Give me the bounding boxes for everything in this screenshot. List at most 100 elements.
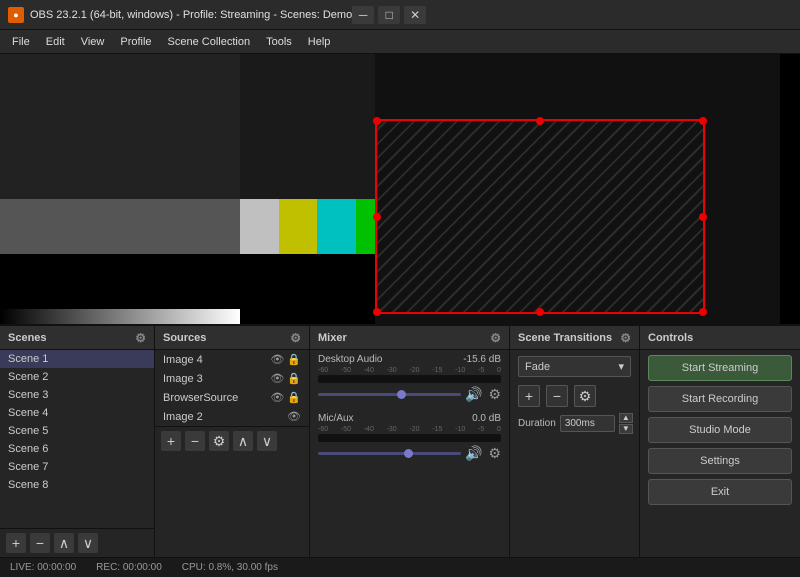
app-icon: ●	[8, 7, 24, 23]
studio-mode-button[interactable]: Studio Mode	[648, 417, 792, 443]
transition-settings-button[interactable]: ⚙	[574, 385, 596, 407]
scene-item-1[interactable]: Scene 1	[0, 350, 154, 368]
menu-tools[interactable]: Tools	[258, 34, 300, 50]
desktop-audio-slider[interactable]	[318, 393, 461, 396]
preview-gradient	[0, 309, 240, 324]
desktop-audio-meter	[318, 375, 501, 383]
menu-scene-collection[interactable]: Scene Collection	[160, 34, 259, 50]
desktop-audio-settings[interactable]: ⚙	[488, 386, 501, 403]
preview-dark-area	[0, 54, 240, 199]
transitions-settings-icon[interactable]: ⚙	[620, 331, 631, 345]
eye-icon-image2[interactable]: 👁	[287, 410, 301, 423]
handle-bottom-right[interactable]	[699, 308, 707, 316]
scene-item-4[interactable]: Scene 4	[0, 404, 154, 422]
menu-help[interactable]: Help	[300, 34, 339, 50]
handle-top-right[interactable]	[699, 117, 707, 125]
source-item-image2[interactable]: Image 2 👁	[155, 407, 309, 426]
source-up-button[interactable]: ∧	[233, 431, 253, 451]
scenes-settings-icon[interactable]: ⚙	[135, 331, 146, 345]
mic-aux-controls: 🔊 ⚙	[318, 445, 501, 462]
scenes-list: Scene 1 Scene 2 Scene 3 Scene 4 Scene 5 …	[0, 350, 154, 528]
source-item-image3[interactable]: Image 3 👁 🔒	[155, 369, 309, 388]
menu-profile[interactable]: Profile	[112, 34, 159, 50]
sources-list: Image 4 👁 🔒 Image 3 👁 🔒 BrowserSource 👁 …	[155, 350, 309, 426]
mic-aux-mute[interactable]: 🔊	[465, 445, 482, 462]
add-scene-button[interactable]: +	[6, 533, 26, 553]
menu-file[interactable]: File	[4, 34, 38, 50]
selection-inner	[377, 121, 703, 312]
duration-up-button[interactable]: ▲	[619, 413, 633, 423]
minimize-button[interactable]: ─	[352, 6, 374, 24]
add-source-button[interactable]: +	[161, 431, 181, 451]
color-bars-top	[240, 199, 375, 256]
eye-icon-browser[interactable]: 👁	[270, 391, 284, 404]
mixer-header: Mixer ⚙	[310, 326, 509, 350]
mic-aux-ticks: -60-50-40-30-20-15-10-50	[318, 426, 501, 433]
source-item-image4[interactable]: Image 4 👁 🔒	[155, 350, 309, 369]
remove-transition-button[interactable]: −	[546, 385, 568, 407]
eye-icon-image3[interactable]: 👁	[270, 372, 284, 385]
source-item-browsersource[interactable]: BrowserSource 👁 🔒	[155, 388, 309, 407]
desktop-audio-thumb[interactable]	[397, 390, 406, 399]
menu-view[interactable]: View	[73, 34, 113, 50]
scene-up-button[interactable]: ∧	[54, 533, 74, 553]
preview-gray-block	[0, 199, 240, 254]
add-transition-button[interactable]: +	[518, 385, 540, 407]
scene-item-5[interactable]: Scene 5	[0, 422, 154, 440]
remove-source-button[interactable]: −	[185, 431, 205, 451]
sources-footer: + − ⚙ ∧ ∨	[155, 426, 309, 455]
source-down-button[interactable]: ∨	[257, 431, 277, 451]
lock-icon-image4[interactable]: 🔒	[287, 353, 301, 366]
handle-top-mid[interactable]	[536, 117, 544, 125]
duration-row: Duration ▲ ▼	[510, 409, 639, 438]
selection-box[interactable]	[375, 119, 705, 314]
remove-scene-button[interactable]: −	[30, 533, 50, 553]
start-streaming-button[interactable]: Start Streaming	[648, 355, 792, 381]
sources-header: Sources ⚙	[155, 326, 309, 350]
lock-icon-image3[interactable]: 🔒	[287, 372, 301, 385]
mic-aux-thumb[interactable]	[404, 449, 413, 458]
scene-item-3[interactable]: Scene 3	[0, 386, 154, 404]
handle-bottom-mid[interactable]	[536, 308, 544, 316]
settings-button[interactable]: Settings	[648, 448, 792, 474]
mic-aux-slider[interactable]	[318, 452, 461, 455]
scene-item-8[interactable]: Scene 8	[0, 476, 154, 494]
handle-right-mid[interactable]	[699, 213, 707, 221]
sources-settings-icon[interactable]: ⚙	[290, 331, 301, 345]
desktop-audio-icons: 🔊 ⚙	[465, 386, 501, 403]
scene-item-2[interactable]: Scene 2	[0, 368, 154, 386]
live-status: LIVE: 00:00:00	[10, 562, 76, 573]
scenes-header: Scenes ⚙	[0, 326, 154, 350]
mic-aux-label: Mic/Aux 0.0 dB	[318, 413, 501, 424]
controls-header: Controls	[640, 326, 800, 350]
controls-panel: Controls Start Streaming Start Recording…	[640, 326, 800, 557]
mic-aux-icons: 🔊 ⚙	[465, 445, 501, 462]
desktop-audio-label: Desktop Audio -15.6 dB	[318, 354, 501, 365]
duration-down-button[interactable]: ▼	[619, 424, 633, 434]
source-icons-image2: 👁	[287, 410, 301, 423]
sources-panel: Sources ⚙ Image 4 👁 🔒 Image 3 👁 🔒 Browse…	[155, 326, 310, 557]
fade-select[interactable]: Fade ▾	[518, 356, 631, 377]
menu-edit[interactable]: Edit	[38, 34, 73, 50]
transitions-header: Scene Transitions ⚙	[510, 326, 639, 350]
source-icons-browser: 👁 🔒	[270, 391, 301, 404]
mic-aux-settings[interactable]: ⚙	[488, 445, 501, 462]
mixer-panel: Mixer ⚙ Desktop Audio -15.6 dB -60-50-40…	[310, 326, 510, 557]
scenes-panel: Scenes ⚙ Scene 1 Scene 2 Scene 3 Scene 4…	[0, 326, 155, 557]
duration-input[interactable]	[560, 415, 615, 432]
scene-down-button[interactable]: ∨	[78, 533, 98, 553]
maximize-button[interactable]: □	[378, 6, 400, 24]
source-settings-button[interactable]: ⚙	[209, 431, 229, 451]
exit-button[interactable]: Exit	[648, 479, 792, 505]
menubar: File Edit View Profile Scene Collection …	[0, 30, 800, 54]
eye-icon-image4[interactable]: 👁	[270, 353, 284, 366]
bottom-panels: Scenes ⚙ Scene 1 Scene 2 Scene 3 Scene 4…	[0, 324, 800, 557]
desktop-audio-mute[interactable]: 🔊	[465, 386, 482, 403]
start-recording-button[interactable]: Start Recording	[648, 386, 792, 412]
statusbar: LIVE: 00:00:00 REC: 00:00:00 CPU: 0.8%, …	[0, 557, 800, 577]
scene-item-7[interactable]: Scene 7	[0, 458, 154, 476]
lock-icon-browser[interactable]: 🔒	[287, 391, 301, 404]
close-button[interactable]: ✕	[404, 6, 426, 24]
mixer-settings-icon[interactable]: ⚙	[490, 331, 501, 345]
scene-item-6[interactable]: Scene 6	[0, 440, 154, 458]
